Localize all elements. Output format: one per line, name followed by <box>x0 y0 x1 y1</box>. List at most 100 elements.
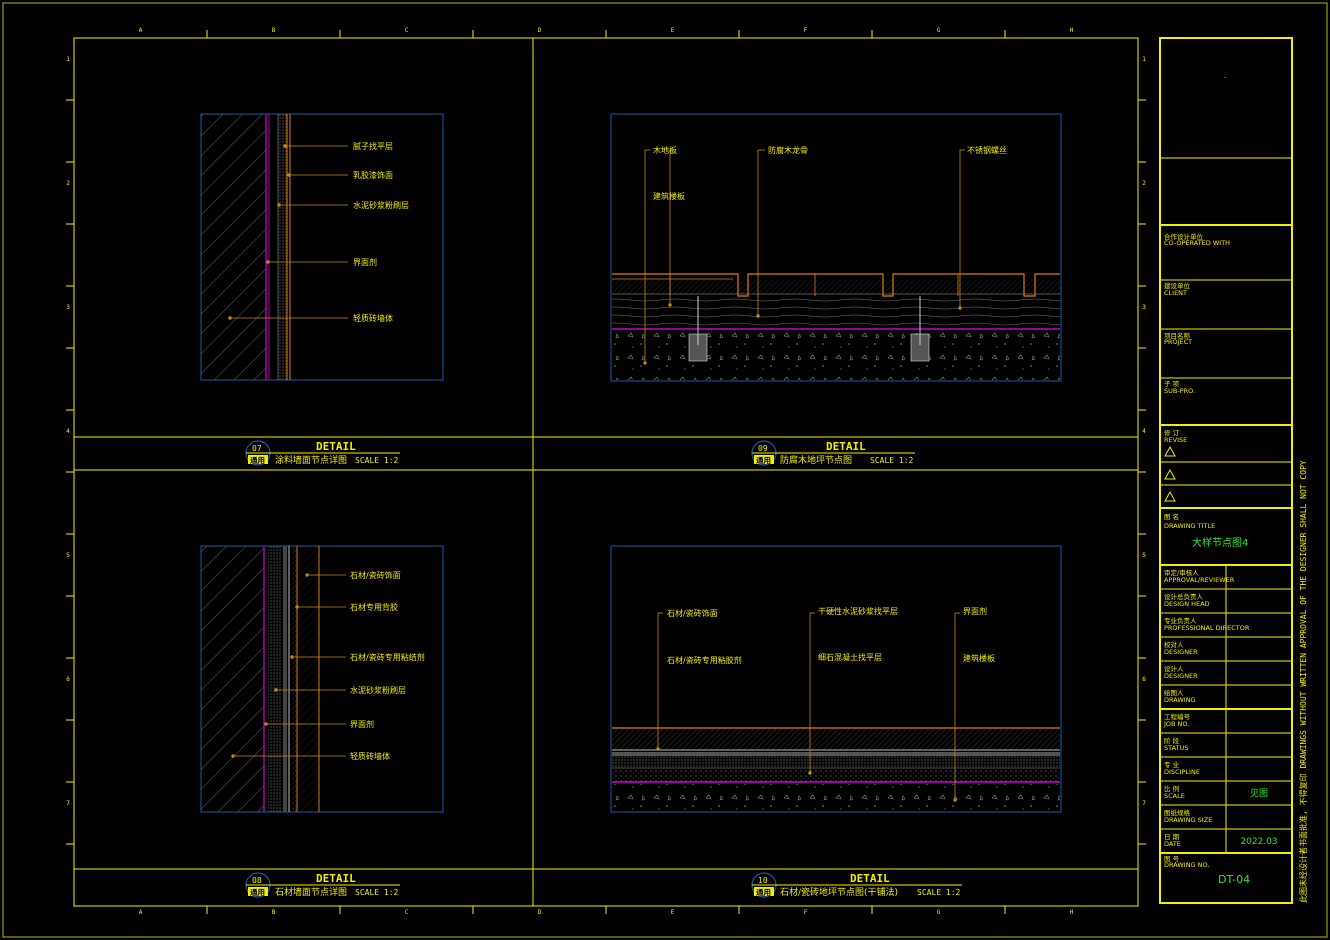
title-block-row-label-en: PROFESSIONAL DIRECTOR <box>1164 624 1250 632</box>
grid-row-label: 4 <box>1142 428 1146 435</box>
grid-row-label: 6 <box>1142 676 1146 683</box>
caption-07-tag: 通用 <box>250 455 265 465</box>
caption-08-scale: SCALE 1:2 <box>355 888 399 897</box>
caption-09-scale: SCALE 1:2 <box>870 456 914 465</box>
label-07-1: 乳胶漆饰面 <box>353 170 393 180</box>
label-07-0: 腻子找平层 <box>353 141 393 151</box>
grid-row-label: 7 <box>66 800 70 807</box>
title-block-row-label-en: DESIGN HEAD <box>1164 600 1210 608</box>
grid-row-label: 3 <box>66 304 70 311</box>
caption-10-number: 10 <box>758 876 768 885</box>
label-07-4: 轻质砖墙体 <box>353 313 393 323</box>
label-07-3: 界面剂 <box>353 257 377 267</box>
label-09-0: 木地板 <box>653 145 677 155</box>
title-block-row-label-en: DATE <box>1164 840 1181 848</box>
label-10-2: 干硬性水泥砂浆找平层 <box>818 606 898 616</box>
grid-row-label: 2 <box>1142 180 1146 187</box>
grid-row-label: 1 <box>1142 56 1146 63</box>
caption-10-tag: 通用 <box>756 887 771 897</box>
caption-10-scale: SCALE 1:2 <box>917 888 961 897</box>
caption-09-heading: DETAIL <box>826 440 866 453</box>
detail-09-drawing: 木地板 防腐木龙骨 不锈钢螺丝 建筑楼板 <box>610 113 1062 382</box>
caption-07[interactable]: 07 通用 DETAIL 涂料墙面节点详图 SCALE 1:2 <box>245 440 400 466</box>
detail-10-drawing: 石材/瓷砖饰面 石材/瓷砖专用粘胶剂 干硬性水泥砂浆找平层 细石混凝土找平层 界… <box>610 545 1062 813</box>
label-09-3: 建筑楼板 <box>653 191 685 201</box>
caption-08-title: 石材墙面节点详图 <box>275 886 347 898</box>
title-block-row-label-en: DISCIPLINE <box>1164 768 1200 776</box>
grid-column-label: B <box>272 27 276 34</box>
caption-10-heading: DETAIL <box>850 872 890 885</box>
title-block-logo-mark: - <box>1224 73 1227 81</box>
drawing-no-en: DRAWING NO. <box>1164 861 1209 869</box>
revision-triangles <box>1164 445 1176 502</box>
title-block-row-label-en: APPROVAL/REVIEWER <box>1164 576 1235 584</box>
label-08-2: 石材/瓷砖专用粘结剂 <box>350 652 425 662</box>
label-08-3: 水泥砂浆粉刷层 <box>350 685 406 695</box>
caption-07-number: 07 <box>252 444 262 453</box>
grid-row-label: 3 <box>1142 304 1146 311</box>
title-block-row-label-en: DRAWING SIZE <box>1164 816 1212 824</box>
caption-07-title: 涂料墙面节点详图 <box>275 454 347 466</box>
grid-row-label: 7 <box>1142 800 1146 807</box>
label-08-1: 石材专用背胶 <box>350 602 398 612</box>
detail-08-drawing: 石材/瓷砖饰面 石材专用背胶 石材/瓷砖专用粘结剂 水泥砂浆粉刷层 界面剂 轻质… <box>200 545 444 813</box>
grid-column-label: F <box>804 27 808 34</box>
grid-column-label: B <box>272 909 276 916</box>
title-block-row-value: 2022.03 <box>1240 837 1277 847</box>
grid-column-label: H <box>1070 909 1074 916</box>
caption-07-heading: DETAIL <box>316 440 356 453</box>
label-10-5: 建筑楼板 <box>963 653 995 663</box>
caption-10[interactable]: 10 通用 DETAIL 石材/瓷砖地坪节点图(干铺法) SCALE 1:2 <box>751 872 962 898</box>
grid-column-label: C <box>405 27 409 34</box>
title-block-row-value: 见图 <box>1250 788 1268 799</box>
grid-column-label: A <box>139 909 143 916</box>
grid-row-label: 1 <box>66 56 70 63</box>
label-08-5: 轻质砖墙体 <box>350 751 390 761</box>
label-10-0: 石材/瓷砖饰面 <box>667 608 718 618</box>
drawing-title-en: DRAWING TITLE <box>1164 522 1215 530</box>
grid-column-label: G <box>937 27 941 34</box>
grid-column-label: E <box>671 909 675 916</box>
label-08-4: 界面剂 <box>350 719 374 729</box>
grid-column-label: A <box>139 27 143 34</box>
co-operated-en: CO-OPERATED WITH <box>1164 239 1230 247</box>
caption-08-heading: DETAIL <box>316 872 356 885</box>
caption-08-number: 08 <box>252 876 262 885</box>
grid-row-label: 6 <box>66 676 70 683</box>
label-07-2: 水泥砂浆粉刷层 <box>353 200 409 210</box>
drawing-title-cn: 图 名 <box>1164 512 1179 521</box>
grid-column-label: C <box>405 909 409 916</box>
caption-09-title: 防腐木地坪节点图 <box>780 454 852 466</box>
title-block-row-label-en: JOB NO. <box>1163 720 1189 728</box>
detail-07-drawing: 腻子找平层 乳胶漆饰面 水泥砂浆粉刷层 界面剂 轻质砖墙体 <box>200 113 444 381</box>
label-09-2: 不锈钢螺丝 <box>967 145 1007 155</box>
grid-column-label: E <box>671 27 675 34</box>
title-block-row-label-en: DRAWING <box>1164 696 1196 704</box>
grid-row-label: 4 <box>66 428 70 435</box>
caption-09-tag: 通用 <box>756 455 771 465</box>
grid-column-label: D <box>538 27 542 34</box>
project-en: PROJECT <box>1164 338 1192 346</box>
label-10-1: 石材/瓷砖专用粘胶剂 <box>667 655 742 665</box>
title-block-row-label-en: STATUS <box>1164 744 1188 752</box>
copyright-side-note: 此图未经设计者书面批准, 不得复印 DRAWINGS WITHOUT WRITT… <box>1298 460 1308 903</box>
title-block-row-label-en: DESIGNER <box>1164 648 1198 656</box>
label-09-1: 防腐木龙骨 <box>768 145 808 155</box>
caption-09[interactable]: 09 通用 DETAIL 防腐木地坪节点图 SCALE 1:2 <box>751 440 915 466</box>
caption-09-number: 09 <box>758 444 768 453</box>
label-10-4: 界面剂 <box>963 606 987 616</box>
drawing-no-value: DT-04 <box>1218 873 1250 886</box>
grid-column-label: G <box>937 909 941 916</box>
drawing-title-value: 大样节点图4 <box>1192 536 1248 549</box>
title-block-row-label-en: DESIGNER <box>1164 672 1198 680</box>
caption-08[interactable]: 08 通用 DETAIL 石材墙面节点详图 SCALE 1:2 <box>245 872 400 898</box>
cad-drawing-sheet: A A B B C C D D E E F F G G H H 1 1 2 2 3 3 4 4 5 5 6 6 7 7 腻子找平层 乳胶漆… <box>2 2 1328 938</box>
caption-08-tag: 通用 <box>250 887 265 897</box>
sub-pro-en: SUB-PRO. <box>1164 387 1195 395</box>
grid-row-label: 5 <box>66 552 70 559</box>
grid-column-label: F <box>804 909 808 916</box>
label-08-0: 石材/瓷砖饰面 <box>350 570 401 580</box>
label-10-3: 细石混凝土找平层 <box>818 652 882 662</box>
caption-07-scale: SCALE 1:2 <box>355 456 399 465</box>
grid-column-label: H <box>1070 27 1074 34</box>
